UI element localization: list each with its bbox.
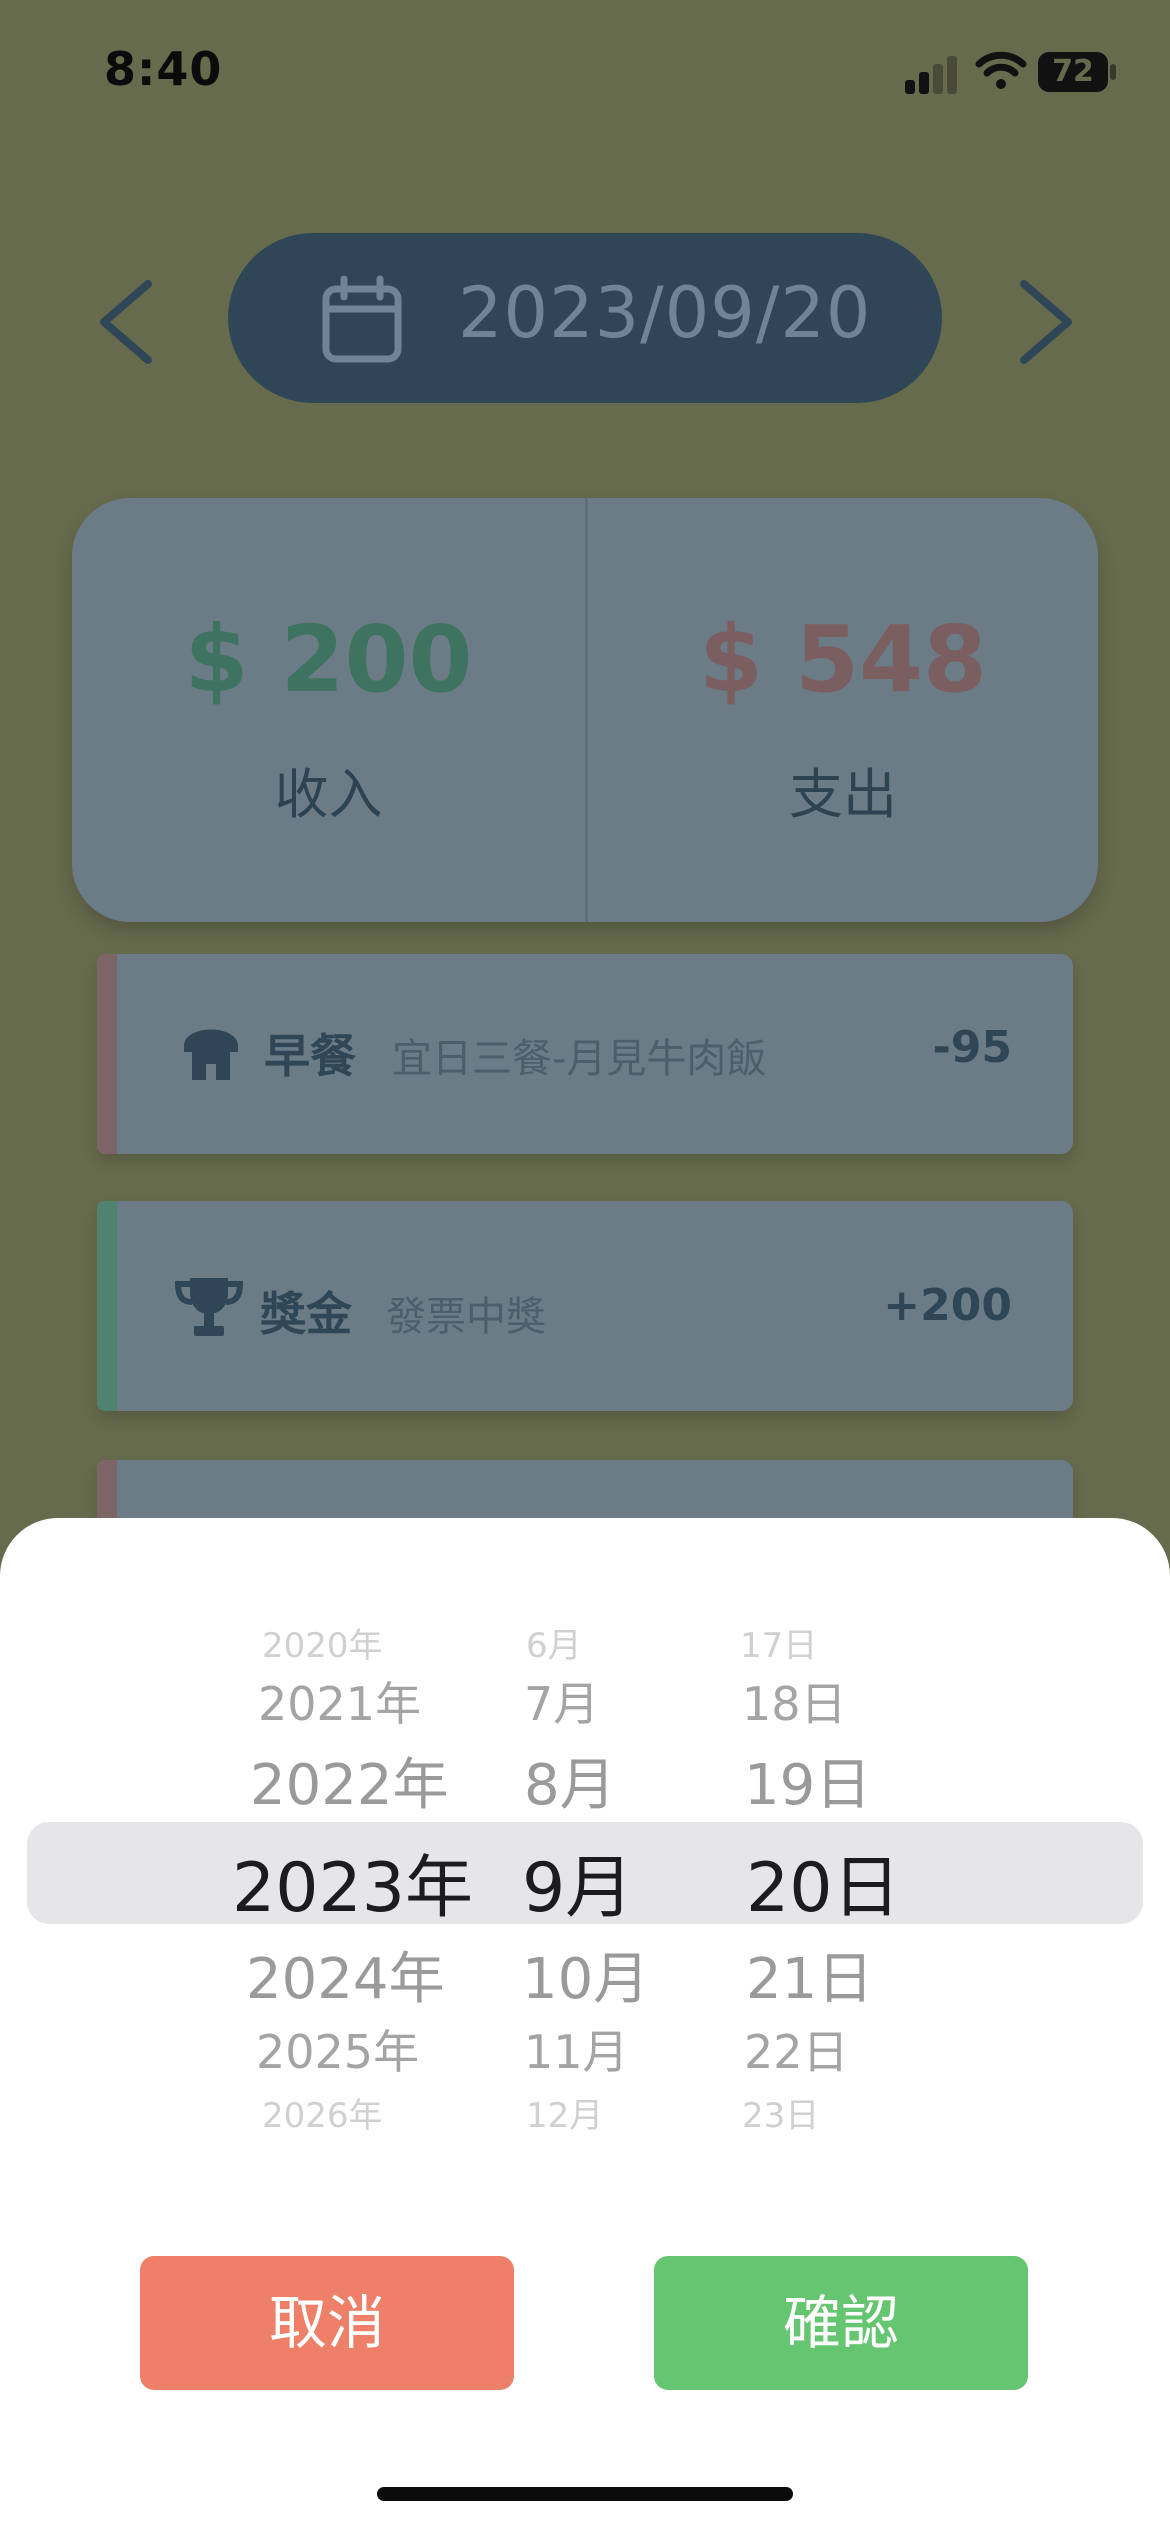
home-indicator[interactable]: [377, 2487, 793, 2501]
picker-year-option[interactable]: 2025年: [256, 2016, 419, 2082]
income-amount: $ 200: [184, 606, 473, 713]
picker-month-option[interactable]: 11月: [524, 2016, 629, 2082]
picker-month-selected[interactable]: 9月: [522, 1832, 633, 1931]
picker-year-option[interactable]: 2020年: [262, 1618, 383, 1667]
record-note: 宜日三餐-月見牛肉飯: [392, 1036, 767, 1082]
picker-year-selected[interactable]: 2023年: [232, 1832, 473, 1931]
chevron-right-icon[interactable]: [1004, 272, 1084, 372]
food-icon: [184, 1029, 238, 1080]
cellular-signal-icon: [905, 52, 957, 94]
income-label: 收入: [274, 763, 383, 826]
wifi-icon: [975, 51, 1027, 89]
expense-amount: $ 548: [698, 606, 988, 713]
picker-day-option[interactable]: 17日: [740, 1618, 817, 1667]
picker-day-option[interactable]: 21日: [746, 1934, 873, 2015]
calendar-icon: [322, 275, 402, 363]
picker-year-option[interactable]: 2024年: [246, 1934, 445, 2015]
record-category: 獎金: [260, 1287, 352, 1341]
battery-icon: 72: [1038, 52, 1108, 92]
picker-year-option[interactable]: 2022年: [250, 1740, 449, 1821]
picker-day-option[interactable]: 22日: [744, 2016, 849, 2082]
record-category: 早餐: [264, 1029, 356, 1083]
picker-year-option[interactable]: 2021年: [258, 1668, 421, 1734]
picker-year-option[interactable]: 2026年: [262, 2088, 383, 2137]
trophy-icon: [174, 1278, 244, 1336]
picker-day-option[interactable]: 23日: [742, 2088, 819, 2137]
picker-day-selected[interactable]: 20日: [746, 1832, 901, 1931]
record-amount: -95: [932, 1022, 1013, 1073]
status-time: 8:40: [104, 42, 223, 96]
record-type-bar: [97, 1201, 117, 1411]
picker-month-option[interactable]: 6月: [526, 1618, 582, 1667]
chevron-left-icon[interactable]: [88, 272, 168, 372]
picker-day-option[interactable]: 18日: [742, 1668, 847, 1734]
record-type-bar: [97, 954, 117, 1154]
battery-tip: [1110, 64, 1116, 80]
picker-month-option[interactable]: 12月: [526, 2088, 603, 2137]
cancel-button[interactable]: 取消: [140, 2256, 514, 2390]
record-note: 發票中獎: [386, 1294, 546, 1340]
confirm-button[interactable]: 確認: [654, 2256, 1028, 2390]
record-amount: +200: [883, 1280, 1012, 1331]
expense-label: 支出: [789, 763, 897, 826]
picker-day-option[interactable]: 19日: [744, 1740, 871, 1821]
current-date: 2023/09/20: [458, 272, 872, 354]
picker-month-option[interactable]: 7月: [524, 1668, 599, 1734]
picker-month-option[interactable]: 10月: [522, 1934, 649, 2015]
picker-month-option[interactable]: 8月: [524, 1740, 616, 1821]
